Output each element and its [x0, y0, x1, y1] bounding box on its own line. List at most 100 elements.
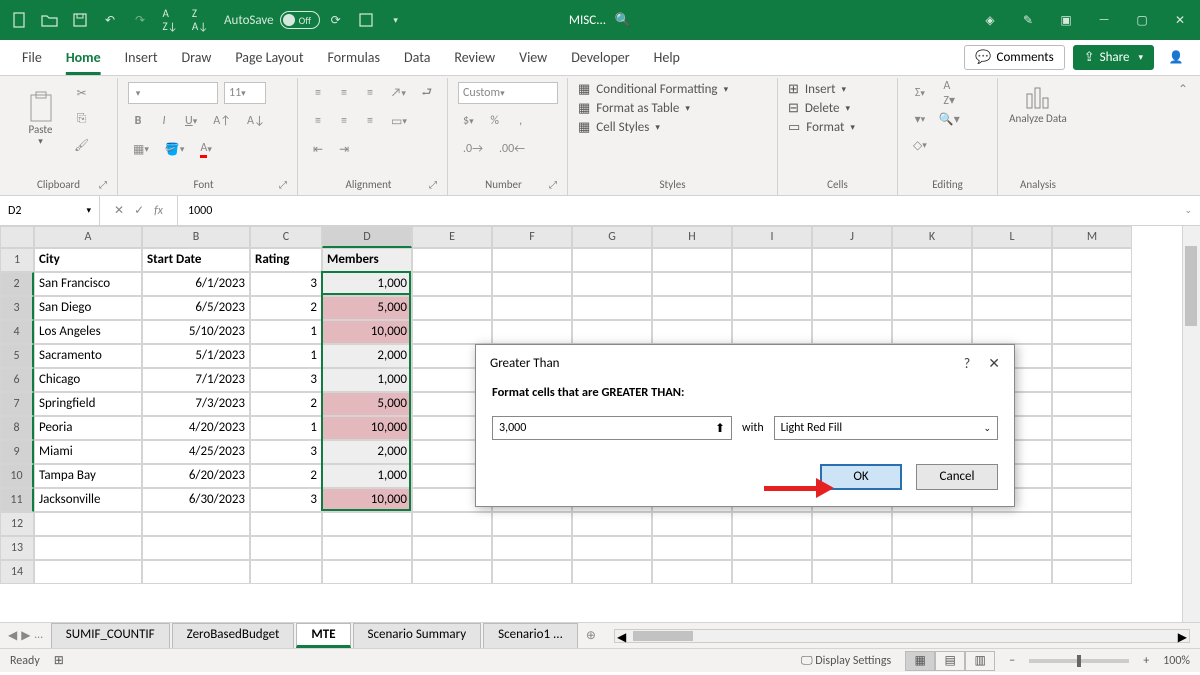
copy-icon[interactable]: ⎘ — [69, 108, 94, 130]
sort-desc-icon[interactable]: ZA↓ — [186, 6, 214, 34]
cell[interactable] — [1052, 416, 1132, 440]
cell[interactable]: 6/5/2023 — [142, 296, 250, 320]
row-header[interactable]: 11 — [0, 488, 34, 512]
cell[interactable] — [812, 272, 892, 296]
cell[interactable] — [322, 560, 412, 584]
cell[interactable] — [572, 296, 652, 320]
cell[interactable] — [1052, 512, 1132, 536]
cut-icon[interactable]: ✂ — [69, 82, 94, 104]
paste-button[interactable]: Paste▾ — [18, 91, 63, 147]
cell[interactable]: Rating — [250, 248, 322, 272]
cell[interactable] — [1052, 344, 1132, 368]
refresh-icon[interactable]: ⟳ — [322, 6, 350, 34]
underline-button[interactable]: U▾ — [180, 110, 202, 132]
cell[interactable] — [732, 320, 812, 344]
user-icon[interactable]: 👤 — [1162, 44, 1190, 72]
row-header[interactable]: 14 — [0, 560, 34, 584]
premium-icon[interactable]: ◈ — [976, 6, 1004, 34]
cell[interactable] — [812, 296, 892, 320]
cell[interactable]: 4/20/2023 — [142, 416, 250, 440]
cell[interactable] — [492, 536, 572, 560]
cell[interactable] — [972, 296, 1052, 320]
column-header[interactable]: A — [34, 226, 142, 248]
align-center-icon[interactable]: ≡ — [334, 110, 354, 132]
cell[interactable]: 2,000 — [322, 440, 412, 464]
decrease-font-icon[interactable]: A↓ — [242, 110, 270, 132]
zoom-slider[interactable] — [1029, 659, 1129, 663]
cell[interactable] — [572, 536, 652, 560]
cell[interactable] — [1052, 368, 1132, 392]
indent-dec-icon[interactable]: ⇤ — [308, 138, 328, 160]
cell[interactable] — [652, 296, 732, 320]
align-bot-icon[interactable]: ≡ — [360, 82, 380, 104]
undo-icon[interactable]: ↶ — [96, 6, 124, 34]
cell[interactable] — [1052, 248, 1132, 272]
currency-icon[interactable]: $▾ — [458, 110, 479, 132]
cell[interactable] — [492, 248, 572, 272]
horizontal-scrollbar[interactable]: ◀▶ — [614, 629, 1190, 643]
cell[interactable] — [492, 512, 572, 536]
format-button[interactable]: ▭Format▾ — [788, 120, 887, 135]
cell[interactable] — [732, 512, 812, 536]
cell[interactable]: 10,000 — [322, 320, 412, 344]
cell[interactable] — [812, 560, 892, 584]
cell[interactable]: Tampa Bay — [34, 464, 142, 488]
cell[interactable]: 2 — [250, 392, 322, 416]
sheet-tab[interactable]: Scenario Summary — [353, 623, 482, 648]
row-header[interactable]: 12 — [0, 512, 34, 536]
cell[interactable] — [892, 536, 972, 560]
analyze-data-button[interactable]: Analyze Data — [1008, 82, 1068, 125]
window-icon[interactable]: ▣ — [1052, 6, 1080, 34]
cell-styles-button[interactable]: ▦Cell Styles▾ — [578, 120, 767, 135]
cell[interactable]: 1,000 — [322, 368, 412, 392]
cell[interactable] — [972, 560, 1052, 584]
clear-icon[interactable]: ◇▾ — [908, 134, 932, 156]
delete-button[interactable]: ⊟Delete▾ — [788, 101, 887, 116]
cell[interactable] — [34, 512, 142, 536]
tab-help[interactable]: Help — [642, 43, 692, 72]
cell[interactable]: San Diego — [34, 296, 142, 320]
cell[interactable] — [1052, 296, 1132, 320]
row-header[interactable]: 5 — [0, 344, 34, 368]
sort-asc-icon[interactable]: AZ↓ — [156, 6, 184, 34]
column-header[interactable]: C — [250, 226, 322, 248]
font-color-button[interactable]: A▾ — [195, 138, 216, 160]
zoom-out-icon[interactable]: − — [1009, 654, 1015, 668]
tab-data[interactable]: Data — [392, 43, 442, 72]
font-size-select[interactable]: 11▾ — [224, 82, 266, 104]
cell[interactable] — [142, 536, 250, 560]
formula-input[interactable]: 1000 — [178, 204, 1176, 218]
row-header[interactable]: 6 — [0, 368, 34, 392]
conditional-formatting-button[interactable]: ▦Conditional Formatting▾ — [578, 82, 767, 97]
cell[interactable] — [492, 296, 572, 320]
cell[interactable]: Start Date — [142, 248, 250, 272]
cell[interactable]: San Francisco — [34, 272, 142, 296]
column-header[interactable]: E — [412, 226, 492, 248]
cell[interactable]: 5,000 — [322, 392, 412, 416]
cell[interactable] — [652, 248, 732, 272]
cell[interactable] — [972, 248, 1052, 272]
cell[interactable]: 1 — [250, 416, 322, 440]
cell[interactable] — [1052, 440, 1132, 464]
cell[interactable] — [1052, 320, 1132, 344]
cell[interactable] — [572, 512, 652, 536]
sheet-tab[interactable]: SUMIF_COUNTIF — [51, 623, 170, 648]
column-header[interactable]: G — [572, 226, 652, 248]
dec-dec-icon[interactable]: .00← — [494, 138, 530, 160]
cell[interactable] — [1052, 392, 1132, 416]
fill-color-button[interactable]: 🪣▾ — [160, 138, 189, 160]
cell[interactable] — [812, 536, 892, 560]
save-icon[interactable] — [66, 6, 94, 34]
cell[interactable] — [732, 272, 812, 296]
cell[interactable]: 1,000 — [322, 464, 412, 488]
cell[interactable]: 6/20/2023 — [142, 464, 250, 488]
tab-formulas[interactable]: Formulas — [316, 43, 392, 72]
dec-inc-icon[interactable]: .0→ — [458, 138, 488, 160]
font-select[interactable]: ▾ — [128, 82, 218, 104]
column-header[interactable]: H — [652, 226, 732, 248]
minimize-icon[interactable]: — — [1090, 6, 1118, 34]
cell[interactable]: 3 — [250, 440, 322, 464]
share-button[interactable]: ⇪Share▾ — [1073, 45, 1154, 70]
cell[interactable] — [34, 536, 142, 560]
align-mid-icon[interactable]: ≡ — [334, 82, 354, 104]
